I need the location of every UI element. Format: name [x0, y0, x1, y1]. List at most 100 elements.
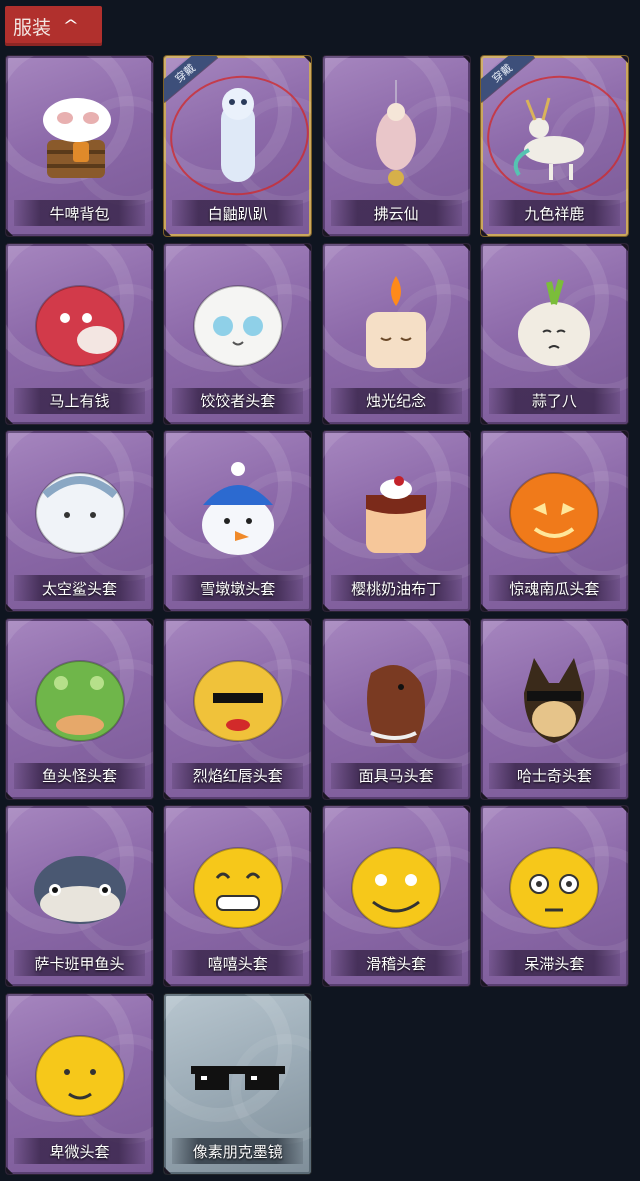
- item-card[interactable]: 卑微头套: [6, 994, 153, 1174]
- item-card[interactable]: 像素朋克墨镜: [164, 994, 312, 1174]
- card-corner: [6, 604, 14, 612]
- card-corner: [164, 1166, 172, 1174]
- card-corner: [164, 416, 172, 424]
- fish-head-mask-icon: [6, 633, 153, 763]
- card-corner: [304, 243, 312, 251]
- card-corner: [480, 416, 488, 424]
- item-card[interactable]: 樱桃奶油布丁: [322, 431, 470, 612]
- pixel-sunglasses-icon: [164, 1008, 311, 1138]
- card-corner: [304, 431, 312, 439]
- nine-color-deer-icon: [481, 70, 628, 200]
- item-card[interactable]: 鱼头怪头套: [6, 618, 153, 799]
- item-card[interactable]: 哈士奇头套: [480, 618, 628, 799]
- item-label: 雪墩墩头套: [172, 575, 304, 602]
- snowman-mask-icon: [164, 445, 311, 575]
- item-label: 马上有钱: [14, 387, 145, 414]
- red-horse-mask-icon: [6, 258, 153, 388]
- item-label: 饺饺者头套: [172, 387, 304, 414]
- card-corner: [304, 56, 312, 64]
- item-label: 太空鲨头套: [14, 575, 145, 602]
- card-corner: [322, 791, 330, 799]
- card-corner: [145, 618, 153, 626]
- item-label: 呆滞头套: [488, 950, 620, 977]
- item-card[interactable]: 拂云仙: [322, 56, 470, 236]
- pumpkin-mask-icon: [481, 445, 628, 575]
- red-lips-mask-icon: [164, 633, 311, 763]
- item-card[interactable]: 滑稽头套: [322, 806, 470, 987]
- item-label: 像素朋克墨镜: [172, 1138, 304, 1164]
- stunned-emoji-mask-icon: [481, 820, 628, 950]
- item-card[interactable]: 牛啤背包: [6, 56, 153, 236]
- card-corner: [322, 228, 330, 236]
- item-label: 哈士奇头套: [488, 762, 620, 789]
- item-card[interactable]: 马上有钱: [6, 243, 153, 424]
- garlic-mask-icon: [481, 258, 628, 388]
- card-corner: [620, 56, 628, 64]
- item-card[interactable]: 烛光纪念: [322, 243, 470, 424]
- chevron-up-icon: ^: [62, 18, 80, 34]
- humble-emoji-mask-icon: [6, 1008, 153, 1138]
- card-corner: [480, 604, 488, 612]
- item-label: 拂云仙: [330, 200, 462, 226]
- item-label: 樱桃奶油布丁: [330, 575, 462, 602]
- sacabambaspis-mask-icon: [6, 820, 153, 950]
- item-card[interactable]: 饺饺者头套: [164, 243, 312, 424]
- husky-mask-icon: [481, 633, 628, 763]
- item-card[interactable]: 萨卡班甲鱼头: [6, 806, 153, 987]
- card-corner: [145, 994, 153, 1002]
- item-label: 烛光纪念: [330, 387, 462, 414]
- card-corner: [480, 979, 488, 987]
- item-label: 蒜了八: [488, 387, 620, 414]
- dumpling-mask-icon: [164, 258, 311, 388]
- card-corner: [164, 228, 172, 236]
- item-card[interactable]: 雪墩墩头套: [164, 431, 312, 612]
- item-label: 九色祥鹿: [488, 200, 620, 226]
- item-label: 嘻嘻头套: [172, 950, 304, 977]
- item-label: 惊魂南瓜头套: [488, 575, 620, 602]
- card-corner: [322, 604, 330, 612]
- card-corner: [6, 416, 14, 424]
- card-corner: [304, 994, 312, 1002]
- costume-category-tab[interactable]: 服装 ^: [5, 6, 102, 46]
- item-card[interactable]: 呆滞头套: [480, 806, 628, 987]
- item-card[interactable]: 惊魂南瓜头套: [480, 431, 628, 612]
- item-card[interactable]: 太空鲨头套: [6, 431, 153, 612]
- card-corner: [480, 791, 488, 799]
- horse-mask-icon: [323, 633, 470, 763]
- item-card[interactable]: 穿戴 九色祥鹿: [480, 56, 628, 236]
- card-corner: [6, 979, 14, 987]
- card-corner: [145, 56, 153, 64]
- card-corner: [164, 604, 172, 612]
- card-corner: [145, 243, 153, 251]
- card-corner: [462, 56, 470, 64]
- item-label: 烈焰红唇头套: [172, 762, 304, 789]
- white-ferret-icon: [164, 70, 311, 200]
- card-corner: [620, 431, 628, 439]
- item-card[interactable]: 穿戴 白鼬趴趴: [164, 56, 312, 236]
- grin-emoji-mask-icon: [164, 820, 311, 950]
- card-corner: [6, 1166, 14, 1174]
- item-card[interactable]: 面具马头套: [322, 618, 470, 799]
- item-card[interactable]: 嘻嘻头套: [164, 806, 312, 987]
- card-corner: [322, 416, 330, 424]
- card-corner: [145, 431, 153, 439]
- item-label: 滑稽头套: [330, 950, 462, 977]
- cherry-pudding-mask-icon: [323, 445, 470, 575]
- item-label: 卑微头套: [14, 1138, 145, 1164]
- space-shark-mask-icon: [6, 445, 153, 575]
- card-corner: [462, 806, 470, 814]
- item-label: 萨卡班甲鱼头: [14, 950, 145, 977]
- card-corner: [462, 618, 470, 626]
- smirk-emoji-mask-icon: [323, 820, 470, 950]
- card-corner: [145, 806, 153, 814]
- card-corner: [304, 806, 312, 814]
- card-corner: [620, 806, 628, 814]
- card-corner: [164, 979, 172, 987]
- item-card[interactable]: 烈焰红唇头套: [164, 618, 312, 799]
- item-card[interactable]: 蒜了八: [480, 243, 628, 424]
- item-label: 鱼头怪头套: [14, 762, 145, 789]
- card-corner: [480, 228, 488, 236]
- card-corner: [304, 618, 312, 626]
- card-corner: [620, 243, 628, 251]
- item-label: 牛啤背包: [14, 200, 145, 226]
